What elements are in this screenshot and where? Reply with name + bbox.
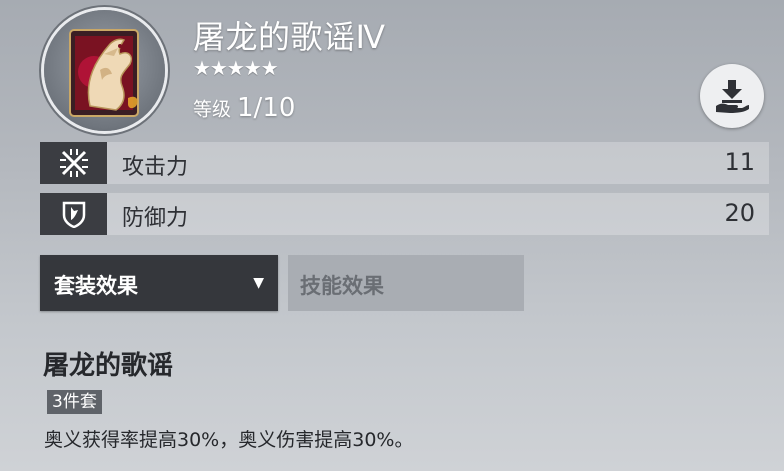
level-label: 等级 — [193, 98, 232, 121]
stat-label: 防御力 — [122, 206, 189, 231]
tab-label: 套装效果 — [54, 274, 138, 298]
tab-skill-effect[interactable]: 技能效果 — [288, 255, 524, 311]
stat-value: 11 — [724, 148, 755, 176]
attack-icon — [40, 142, 107, 184]
level-row: 等级 1/10 — [193, 93, 295, 123]
download-to-hand-icon — [716, 80, 749, 113]
equipment-detail-panel: 屠龙的歌谣Ⅳ ★★★★★ 等级 1/10 攻击力 11 防御力 20 套装效果 … — [0, 0, 784, 471]
set-name: 屠龙的歌谣 — [43, 351, 174, 381]
equipment-title: 屠龙的歌谣Ⅳ — [193, 18, 386, 56]
stat-value: 20 — [724, 199, 755, 227]
equipment-portrait[interactable] — [44, 10, 165, 131]
set-piece-badge: 3件套 — [47, 390, 102, 414]
level-value: 1/10 — [237, 93, 296, 123]
defense-shield-icon — [40, 193, 107, 235]
tab-label: 技能效果 — [300, 274, 384, 298]
set-description: 奥义获得率提高30%，奥义伤害提高30%。 — [44, 429, 414, 451]
tab-set-effect[interactable]: 套装效果 ▼ — [40, 255, 278, 311]
dragon-emblem-icon — [69, 29, 139, 117]
chevron-down-icon: ▼ — [253, 275, 264, 291]
stat-row-defense: 防御力 20 — [40, 193, 769, 235]
stat-label: 攻击力 — [122, 155, 189, 180]
stat-row-attack: 攻击力 11 — [40, 142, 769, 184]
obtain-button[interactable] — [700, 64, 764, 128]
rarity-stars: ★★★★★ — [193, 56, 279, 80]
